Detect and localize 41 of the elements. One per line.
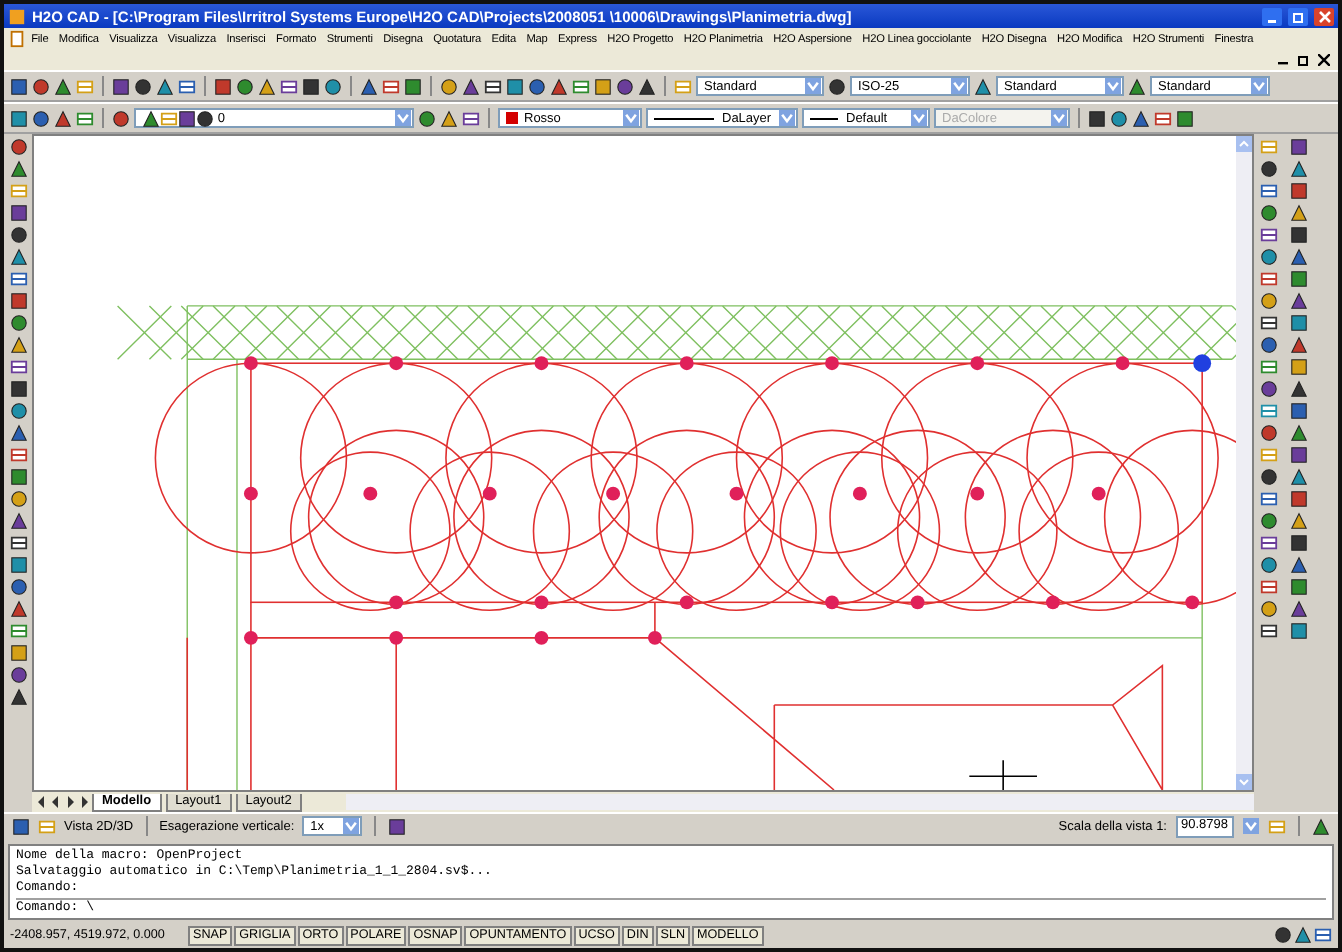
dropdown-arrow-icon [1242, 818, 1260, 834]
tool-icon[interactable] [1260, 622, 1278, 640]
close-icon [1317, 9, 1331, 23]
close-button[interactable] [1314, 7, 1334, 25]
dropdown-arrow-icon [804, 78, 822, 94]
document-icon [8, 30, 26, 48]
restore-icon[interactable] [1298, 54, 1310, 66]
tool-icon[interactable] [388, 817, 407, 835]
tool-icon[interactable] [1260, 182, 1278, 200]
tool-icon[interactable] [9, 358, 27, 376]
tool-icon[interactable] [1312, 817, 1330, 835]
tool-icon[interactable] [974, 77, 992, 95]
dropdown-arrow-icon [910, 110, 928, 126]
dropdown-arrow-icon [394, 110, 412, 126]
tool-icon[interactable] [280, 77, 298, 95]
close-icon[interactable] [1318, 54, 1330, 66]
app-icon [8, 7, 26, 25]
tool-icon[interactable] [12, 817, 30, 835]
dropdown-arrow-icon [950, 78, 968, 94]
tool-icon[interactable] [484, 77, 502, 95]
dropdown-arrow-icon [1050, 110, 1068, 126]
restore-icon [1291, 9, 1305, 23]
tool-icon[interactable] [178, 77, 196, 95]
restore-button[interactable] [1288, 7, 1308, 25]
dropdown-arrow-icon [1250, 78, 1268, 94]
tool-icon[interactable] [462, 109, 480, 127]
tool-icon[interactable] [1260, 226, 1278, 244]
minimize-button[interactable] [1262, 7, 1282, 25]
tool-icon[interactable] [1314, 926, 1332, 944]
horizontal-scrollbar[interactable] [345, 794, 1254, 810]
dropdown-arrow-icon [1104, 78, 1122, 94]
tool-icon[interactable] [9, 534, 27, 552]
dropdown-arrow-icon [342, 818, 361, 834]
dropdown-arrow-icon [622, 110, 640, 126]
dropdown-arrow-icon [778, 110, 796, 126]
tool-icon[interactable] [828, 77, 846, 95]
tool-icon[interactable] [1260, 534, 1278, 552]
tool-icon[interactable] [9, 270, 27, 288]
tool-icon[interactable] [1176, 109, 1194, 127]
tool-icon[interactable] [1260, 314, 1278, 332]
tool-icon[interactable] [1260, 490, 1278, 508]
